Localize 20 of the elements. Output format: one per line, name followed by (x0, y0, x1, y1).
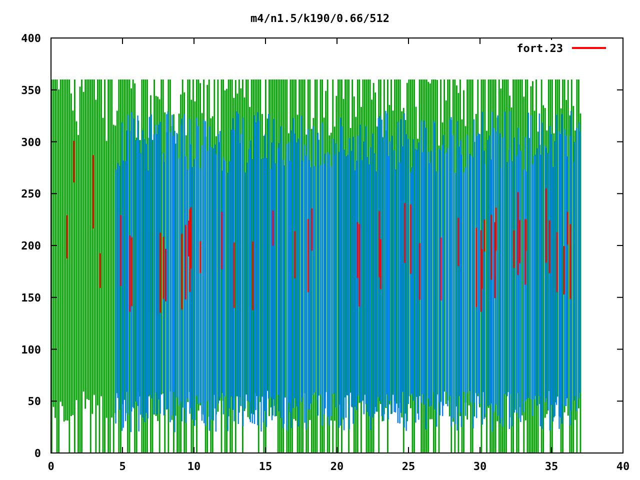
x-tick-label: 30 (473, 460, 487, 473)
y-tick-label: 100 (21, 343, 41, 356)
y-tick-label: 0 (34, 447, 41, 460)
y-tick-label: 200 (21, 240, 41, 252)
x-tick-label: 40 (616, 460, 630, 473)
plot-title: m4/n1.5/k190/0.66/512 (250, 12, 390, 25)
x-tick-label: 5 (119, 460, 126, 473)
y-tick-label: 300 (21, 136, 41, 149)
y-tick-label: 350 (21, 84, 41, 97)
x-tick-label: 15 (258, 460, 272, 473)
x-tick-label: 0 (48, 460, 54, 473)
x-tick-label: 35 (544, 460, 558, 473)
x-tick-label: 20 (330, 460, 344, 473)
x-tick-label: 10 (187, 460, 201, 473)
y-tick-label: 150 (21, 291, 41, 304)
legend-label: fort.23 (516, 42, 563, 55)
y-tick-label: 400 (21, 32, 41, 45)
y-tick-label: 50 (28, 395, 41, 408)
y-tick-label: 250 (21, 188, 41, 201)
x-tick-label: 25 (402, 460, 416, 473)
